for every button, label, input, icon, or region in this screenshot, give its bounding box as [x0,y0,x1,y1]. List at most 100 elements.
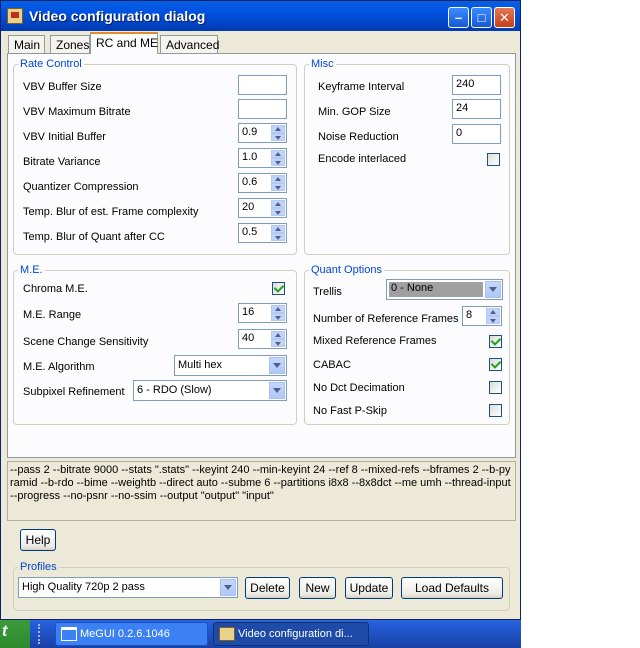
stepper-value: 40 [242,332,255,344]
spin-up-icon[interactable] [271,225,285,233]
command-line-text: --pass 2 --bitrate 9000 --stats ".stats"… [10,464,511,502]
new-profile-button[interactable]: New [299,577,336,599]
chevron-down-icon[interactable] [269,382,285,399]
stepper-value: 8 [466,309,473,321]
cabac-label: CABAC [313,359,351,371]
me-range-label: M.E. Range [23,309,82,321]
stepper-value: 16 [242,306,255,318]
spin-down-icon[interactable] [271,183,285,191]
noise-reduction-input[interactable]: 0 [452,124,501,144]
spin-up-icon[interactable] [271,305,285,313]
no-dct-decimation-checkbox[interactable] [489,381,502,394]
taskbar-grip [38,624,42,644]
stepper-value: 1.0 [242,151,258,163]
maximize-button[interactable]: □ [471,7,492,28]
spin-down-icon[interactable] [271,133,285,141]
no-fast-pskip-checkbox[interactable] [489,404,502,417]
tab-label: RC and ME [96,36,159,50]
select-value: Multi hex [178,359,223,371]
trellis-select[interactable]: 0 - None [386,279,503,300]
encode-interlaced-label: Encode interlaced [318,153,407,165]
vbv-max-bitrate-input[interactable] [238,99,287,119]
window-icon [61,627,77,641]
trellis-label: Trellis [313,286,342,298]
tab-rc-and-me[interactable]: RC and ME [90,32,158,54]
tab-main[interactable]: Main [8,35,45,53]
minimize-button[interactable]: – [448,7,469,28]
close-icon: ✕ [499,10,510,25]
spin-up-icon[interactable] [271,150,285,158]
window-title: Video configuration dialog [29,8,206,24]
spin-down-icon[interactable] [271,313,285,321]
taskbar-item-label: MeGUI 0.2.6.1046 [80,628,170,640]
chevron-down-icon[interactable] [485,281,501,298]
chevron-down-icon[interactable] [220,579,236,596]
spin-up-icon[interactable] [271,200,285,208]
temp-blur-quant-stepper[interactable]: 0.5 [238,223,287,243]
me-range-stepper[interactable]: 16 [238,303,287,323]
min-gop-size-input[interactable]: 24 [452,99,501,119]
close-button[interactable]: ✕ [494,7,515,28]
spin-down-icon[interactable] [271,233,285,241]
app-icon [219,627,235,641]
taskbar-item-video-config[interactable]: Video configuration di... [213,622,369,646]
start-button[interactable]: t [0,620,30,648]
vbv-initial-buffer-label: VBV Initial Buffer [23,131,106,143]
select-value: High Quality 720p 2 pass [22,581,145,593]
update-profile-button[interactable]: Update [345,577,393,599]
spin-up-icon[interactable] [271,125,285,133]
ref-frames-stepper[interactable]: 8 [462,306,502,326]
profile-select[interactable]: High Quality 720p 2 pass [18,577,238,598]
stepper-value: 0.6 [242,176,258,188]
minimize-icon: – [454,10,463,25]
tab-advanced[interactable]: Advanced [160,35,220,53]
profiles-legend: Profiles [18,561,59,573]
stepper-value: 0.9 [242,126,258,138]
spin-down-icon[interactable] [271,158,285,166]
scene-change-label: Scene Change Sensitivity [23,336,149,348]
load-defaults-button[interactable]: Load Defaults [401,577,503,599]
chroma-me-checkbox[interactable] [272,282,285,295]
title-bar[interactable]: Video configuration dialog – □ ✕ [1,1,520,31]
chroma-me-label: Chroma M.E. [23,283,88,295]
temp-blur-frame-stepper[interactable]: 20 [238,198,287,218]
rate-control-legend: Rate Control [18,58,84,70]
tab-label: Advanced [166,38,220,52]
app-icon [7,8,23,24]
spin-up-icon[interactable] [486,308,500,316]
mixed-ref-label: Mixed Reference Frames [313,335,437,347]
stepper-value: 20 [242,201,255,213]
bitrate-variance-stepper[interactable]: 1.0 [238,148,287,168]
tab-zones[interactable]: Zones [50,35,90,53]
me-legend: M.E. [18,264,45,276]
cabac-checkbox[interactable] [489,358,502,371]
scene-change-stepper[interactable]: 40 [238,329,287,349]
keyframe-interval-input[interactable]: 240 [452,75,501,95]
select-value: 6 - RDO (Slow) [137,384,212,396]
vbv-buffer-size-input[interactable] [238,75,287,95]
spin-down-icon[interactable] [486,316,500,324]
help-button[interactable]: Help [20,529,56,551]
no-dct-decimation-label: No Dct Decimation [313,382,405,394]
mixed-ref-checkbox[interactable] [489,335,502,348]
maximize-icon: □ [477,10,486,25]
spin-down-icon[interactable] [271,339,285,347]
tab-label: Zones [56,38,90,52]
subpixel-refinement-select[interactable]: 6 - RDO (Slow) [133,380,287,401]
temp-blur-frame-label: Temp. Blur of est. Frame complexity [23,206,199,218]
bitrate-variance-label: Bitrate Variance [23,156,101,168]
chevron-down-icon[interactable] [269,357,285,374]
me-algorithm-select[interactable]: Multi hex [174,355,287,376]
quantizer-compression-stepper[interactable]: 0.6 [238,173,287,193]
spin-up-icon[interactable] [271,331,285,339]
encode-interlaced-checkbox[interactable] [487,153,500,166]
vbv-initial-buffer-stepper[interactable]: 0.9 [238,123,287,143]
delete-profile-button[interactable]: Delete [245,577,290,599]
taskbar-item-megui[interactable]: MeGUI 0.2.6.1046 [55,622,208,646]
spin-down-icon[interactable] [271,208,285,216]
min-gop-size-label: Min. GOP Size [318,106,391,118]
quant-options-legend: Quant Options [309,264,384,276]
spin-up-icon[interactable] [271,175,285,183]
ref-frames-label: Number of Reference Frames [313,313,459,325]
select-value: 0 - None [389,282,483,297]
